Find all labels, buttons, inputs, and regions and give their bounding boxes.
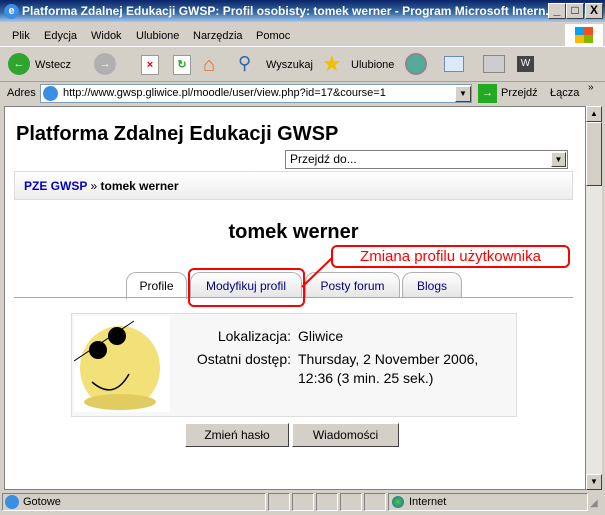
location-value: Gliwice (298, 328, 344, 344)
search-button[interactable]: Wyszukaj (266, 59, 313, 71)
status-pane (364, 493, 386, 511)
favorites-icon[interactable]: ★ (322, 51, 342, 77)
address-label: Adres (7, 87, 36, 99)
address-url: http://www.gwsp.gliwice.pl/moodle/user/v… (63, 87, 386, 99)
menu-widok[interactable]: Widok (91, 30, 122, 42)
breadcrumb-current: tomek werner (100, 179, 179, 193)
last-access-label: Ostatni dostęp: (196, 351, 291, 367)
status-pane (292, 493, 314, 511)
status-pane (316, 493, 338, 511)
title-bar: Platforma Zdalnej Edukacji GWSP: Profil … (0, 0, 605, 22)
last-access-time: 12:36 (3 min. 25 sek.) (298, 370, 434, 386)
annotation-label: Zmiana profilu użytkownika (331, 245, 570, 268)
status-text: Gotowe (23, 496, 61, 508)
menu-plik[interactable]: Plik (12, 30, 30, 42)
zone-text: Internet (409, 496, 447, 508)
avatar (74, 316, 170, 412)
status-pane (268, 493, 290, 511)
change-password-button[interactable]: Zmień hasło (185, 423, 289, 447)
edit-icon[interactable]: W (517, 56, 534, 72)
history-icon[interactable] (405, 53, 427, 75)
print-icon[interactable] (483, 55, 505, 73)
location-label: Lokalizacja: (217, 328, 291, 344)
last-access-date: Thursday, 2 November 2006, (298, 351, 479, 367)
favorites-button[interactable]: Ulubione (351, 59, 394, 71)
refresh-icon[interactable]: ↻ (173, 55, 191, 75)
mail-icon[interactable] (444, 56, 464, 72)
home-icon[interactable]: ⌂ (203, 54, 225, 76)
page-heading: tomek werner (228, 221, 359, 243)
menu-edycja[interactable]: Edycja (44, 30, 77, 42)
go-icon[interactable]: → (478, 84, 497, 103)
zone-pane: Internet (388, 493, 588, 511)
globe-icon (392, 496, 404, 508)
annotation-highlight (188, 268, 305, 307)
search-icon[interactable]: ⚲ (238, 53, 260, 75)
jump-to-value: Przejdź do... (290, 152, 357, 166)
minimize-button[interactable]: _ (548, 3, 566, 19)
resize-grip-icon[interactable]: ◢ (590, 498, 598, 509)
jump-to-select[interactable]: Przejdź do... ▼ (285, 150, 568, 169)
chevron-down-icon[interactable]: ▼ (551, 152, 566, 167)
scroll-up-button[interactable]: ▲ (586, 106, 602, 122)
stop-icon[interactable]: × (141, 55, 159, 75)
back-icon[interactable]: ← (8, 53, 30, 75)
menu-pomoc[interactable]: Pomoc (256, 30, 290, 42)
go-button[interactable]: Przejdź (501, 87, 538, 99)
breadcrumb-home-link[interactable]: PZE GWSP (24, 179, 87, 193)
site-title: Platforma Zdalnej Edukacji GWSP (16, 123, 339, 145)
tab-blogs[interactable]: Blogs (402, 272, 462, 298)
ie-icon: e (4, 4, 19, 19)
status-pane: Gotowe (2, 493, 266, 511)
back-button[interactable]: Wstecz (35, 59, 71, 71)
links-button[interactable]: Łącza (550, 87, 579, 99)
scroll-down-button[interactable]: ▼ (586, 474, 602, 490)
breadcrumb-separator: » (90, 179, 98, 193)
breadcrumb: PZE GWSP » tomek werner (14, 171, 573, 200)
window-title: Platforma Zdalnej Edukacji GWSP: Profil … (22, 4, 556, 18)
messages-button[interactable]: Wiadomości (292, 423, 399, 447)
tab-profile[interactable]: Profile (126, 272, 187, 299)
forward-icon[interactable]: → (94, 53, 116, 75)
page-status-icon (5, 495, 19, 509)
annotation-connector (301, 256, 334, 288)
scroll-thumb[interactable] (586, 122, 602, 186)
vertical-scrollbar[interactable]: ▲ ▼ (586, 106, 602, 490)
maximize-button[interactable]: □ (566, 3, 584, 19)
address-dropdown-button[interactable]: ▼ (455, 86, 471, 102)
menu-narzedzia[interactable]: Narzędzia (193, 30, 243, 42)
windows-logo (565, 24, 603, 46)
chevron-right-icon[interactable]: » (588, 82, 594, 93)
menu-ulubione[interactable]: Ulubione (136, 30, 179, 42)
status-pane (340, 493, 362, 511)
page-icon (43, 86, 58, 101)
close-button[interactable]: X (585, 3, 603, 19)
address-input[interactable]: http://www.gwsp.gliwice.pl/moodle/user/v… (40, 84, 472, 103)
